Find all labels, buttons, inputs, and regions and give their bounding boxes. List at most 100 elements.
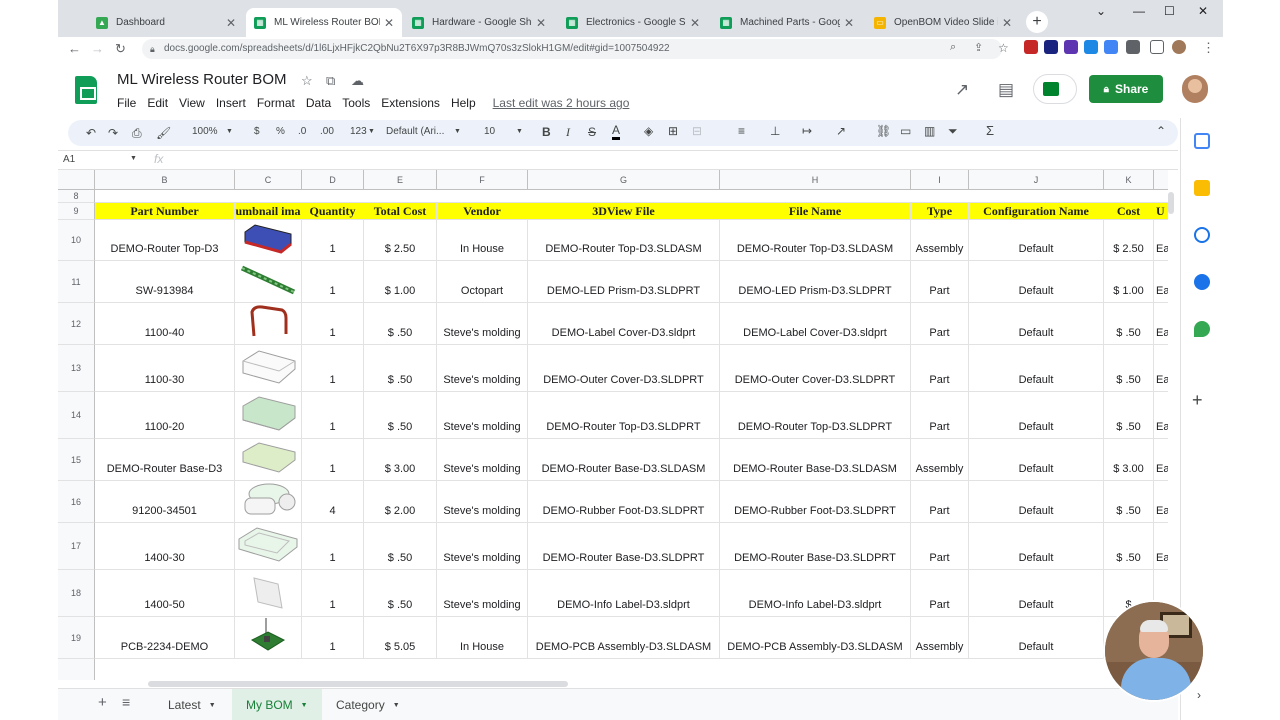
cell-3dview-file[interactable]: DEMO-Router Base-D3.SLDPRT	[528, 523, 720, 570]
star-icon[interactable]: ☆	[301, 73, 313, 89]
cell-thumbnail[interactable]	[235, 570, 302, 617]
row-header[interactable]: 13	[58, 345, 95, 392]
row-header[interactable]: 15	[58, 439, 95, 481]
cell-quantity[interactable]: 1	[302, 523, 364, 570]
calendar-icon[interactable]	[1194, 133, 1210, 149]
row-header[interactable]: 11	[58, 261, 95, 303]
cell-3dview-file[interactable]: DEMO-Outer Cover-D3.SLDPRT	[528, 345, 720, 392]
cell-type[interactable]: Part	[911, 261, 969, 303]
menu-format[interactable]: Format	[257, 96, 295, 110]
borders-icon[interactable]: ⊞	[668, 124, 678, 138]
text-wrapping-icon[interactable]: ↦	[802, 124, 812, 138]
cell-part-number[interactable]: SW-913984	[95, 261, 235, 303]
cell-thumbnail[interactable]	[235, 617, 302, 659]
cell-quantity[interactable]: 1	[302, 303, 364, 345]
cell-configuration-name[interactable]: Default	[969, 261, 1104, 303]
print-icon[interactable]: ⎙	[132, 126, 142, 141]
cell-file-name[interactable]: DEMO-Router Base-D3.SLDPRT	[720, 523, 911, 570]
cell-unit[interactable]: Ea	[1154, 261, 1168, 303]
row-header[interactable]: 16	[58, 481, 95, 523]
column-header-k[interactable]: K	[1104, 170, 1154, 190]
cell-file-name[interactable]: DEMO-Router Top-D3.SLDASM	[720, 220, 911, 261]
cell-quantity[interactable]: 1	[302, 617, 364, 659]
minimize-icon[interactable]: —	[1133, 4, 1145, 18]
functions-icon[interactable]: Σ	[986, 123, 994, 138]
browser-tab-ml-wireless-router-bom[interactable]: ▦ ML Wireless Router BOM ✕	[246, 8, 402, 37]
font-size-select[interactable]: 10	[484, 126, 495, 137]
cell-cost[interactable]: $ .50	[1104, 481, 1154, 523]
maps-icon[interactable]	[1194, 321, 1210, 337]
header-cost[interactable]: Cost	[1104, 203, 1154, 220]
menu-help[interactable]: Help	[451, 96, 476, 110]
cell-configuration-name[interactable]: Default	[969, 617, 1104, 659]
cell-type[interactable]: Part	[911, 345, 969, 392]
cell-type[interactable]: Part	[911, 570, 969, 617]
row-header[interactable]: 17	[58, 523, 95, 570]
cell-unit[interactable]: Ea	[1154, 220, 1168, 261]
cell-part-number[interactable]: DEMO-Router Base-D3	[95, 439, 235, 481]
cell-3dview-file[interactable]: DEMO-Router Top-D3.SLDASM	[528, 220, 720, 261]
menu-edit[interactable]: Edit	[147, 96, 168, 110]
sheet-tab-category[interactable]: Category ▼	[322, 689, 414, 720]
close-icon[interactable]: ✕	[226, 16, 236, 30]
activity-trend-icon[interactable]: ↗	[955, 80, 969, 100]
extension-icon[interactable]	[1044, 40, 1058, 54]
cell-thumbnail[interactable]	[235, 345, 302, 392]
horizontal-scrollbar[interactable]	[148, 681, 568, 687]
cell-vendor[interactable]: In House	[437, 617, 528, 659]
redo-icon[interactable]: ↷	[108, 126, 118, 140]
text-rotation-icon[interactable]: ↗	[836, 124, 846, 138]
reload-icon[interactable]: ↻	[115, 41, 126, 57]
zoom-select[interactable]: 100%	[192, 126, 218, 137]
column-header-e[interactable]: E	[364, 170, 437, 190]
cell-unit[interactable]: Ea	[1154, 303, 1168, 345]
cell-cost[interactable]: $ .50	[1104, 345, 1154, 392]
browser-tab-electronics[interactable]: ▦ Electronics - Google Shee ✕	[558, 8, 708, 37]
cell-thumbnail[interactable]	[235, 261, 302, 303]
extension-icon[interactable]	[1024, 40, 1038, 54]
cell-type[interactable]: Part	[911, 392, 969, 439]
cell-total-cost[interactable]: $ .50	[364, 345, 437, 392]
sheet-tab-latest[interactable]: Latest ▼	[154, 689, 230, 720]
cell-vendor[interactable]: Steve's molding	[437, 570, 528, 617]
cell-total-cost[interactable]: $ .50	[364, 570, 437, 617]
close-icon[interactable]: ✕	[536, 16, 546, 30]
cell-type[interactable]: Part	[911, 481, 969, 523]
row-header[interactable]: 10	[58, 220, 95, 261]
cell-unit[interactable]: Ea	[1154, 523, 1168, 570]
column-header-j[interactable]: J	[969, 170, 1104, 190]
extensions-puzzle-icon[interactable]	[1126, 40, 1140, 54]
horizontal-align-icon[interactable]: ≡	[738, 124, 745, 138]
column-header-f[interactable]: F	[437, 170, 528, 190]
insert-link-icon[interactable]: ⛓︎	[876, 124, 891, 138]
cell-vendor[interactable]: Octopart	[437, 261, 528, 303]
row-header[interactable]: 19	[58, 617, 95, 659]
header-unit[interactable]: U	[1154, 203, 1168, 220]
cell-total-cost[interactable]: $ .50	[364, 523, 437, 570]
extension-icon[interactable]	[1064, 40, 1078, 54]
header-part-number[interactable]: Part Number	[95, 203, 235, 220]
account-avatar[interactable]	[1182, 75, 1208, 103]
row-header[interactable]	[58, 659, 95, 680]
header-vendor[interactable]: Vendor	[437, 203, 528, 220]
cell-3dview-file[interactable]: DEMO-Router Top-D3.SLDPRT	[528, 392, 720, 439]
url-input[interactable]: 🔒︎ docs.google.com/spreadsheets/d/1l6Ljx…	[142, 39, 1002, 59]
cloud-status-icon[interactable]: ☁	[351, 73, 364, 89]
cell-total-cost[interactable]: $ .50	[364, 392, 437, 439]
cell-cost[interactable]: $ .50	[1104, 523, 1154, 570]
header-type[interactable]: Type	[911, 203, 969, 220]
cell-thumbnail[interactable]	[235, 481, 302, 523]
menu-tools[interactable]: Tools	[342, 96, 370, 110]
cell-total-cost[interactable]: $ .50	[364, 303, 437, 345]
cell-unit[interactable]: Ea	[1154, 392, 1168, 439]
cell-file-name[interactable]: DEMO-Outer Cover-D3.SLDPRT	[720, 345, 911, 392]
close-icon[interactable]: ✕	[384, 16, 394, 30]
cell-quantity[interactable]: 1	[302, 392, 364, 439]
cell-total-cost[interactable]: $ 3.00	[364, 439, 437, 481]
column-header-c[interactable]: C	[235, 170, 302, 190]
cell-part-number[interactable]: 1100-40	[95, 303, 235, 345]
cell-part-number[interactable]: 91200-34501	[95, 481, 235, 523]
partial-row[interactable]	[95, 659, 1168, 680]
browser-menu-icon[interactable]: ⋮	[1202, 40, 1215, 56]
cell-type[interactable]: Part	[911, 523, 969, 570]
